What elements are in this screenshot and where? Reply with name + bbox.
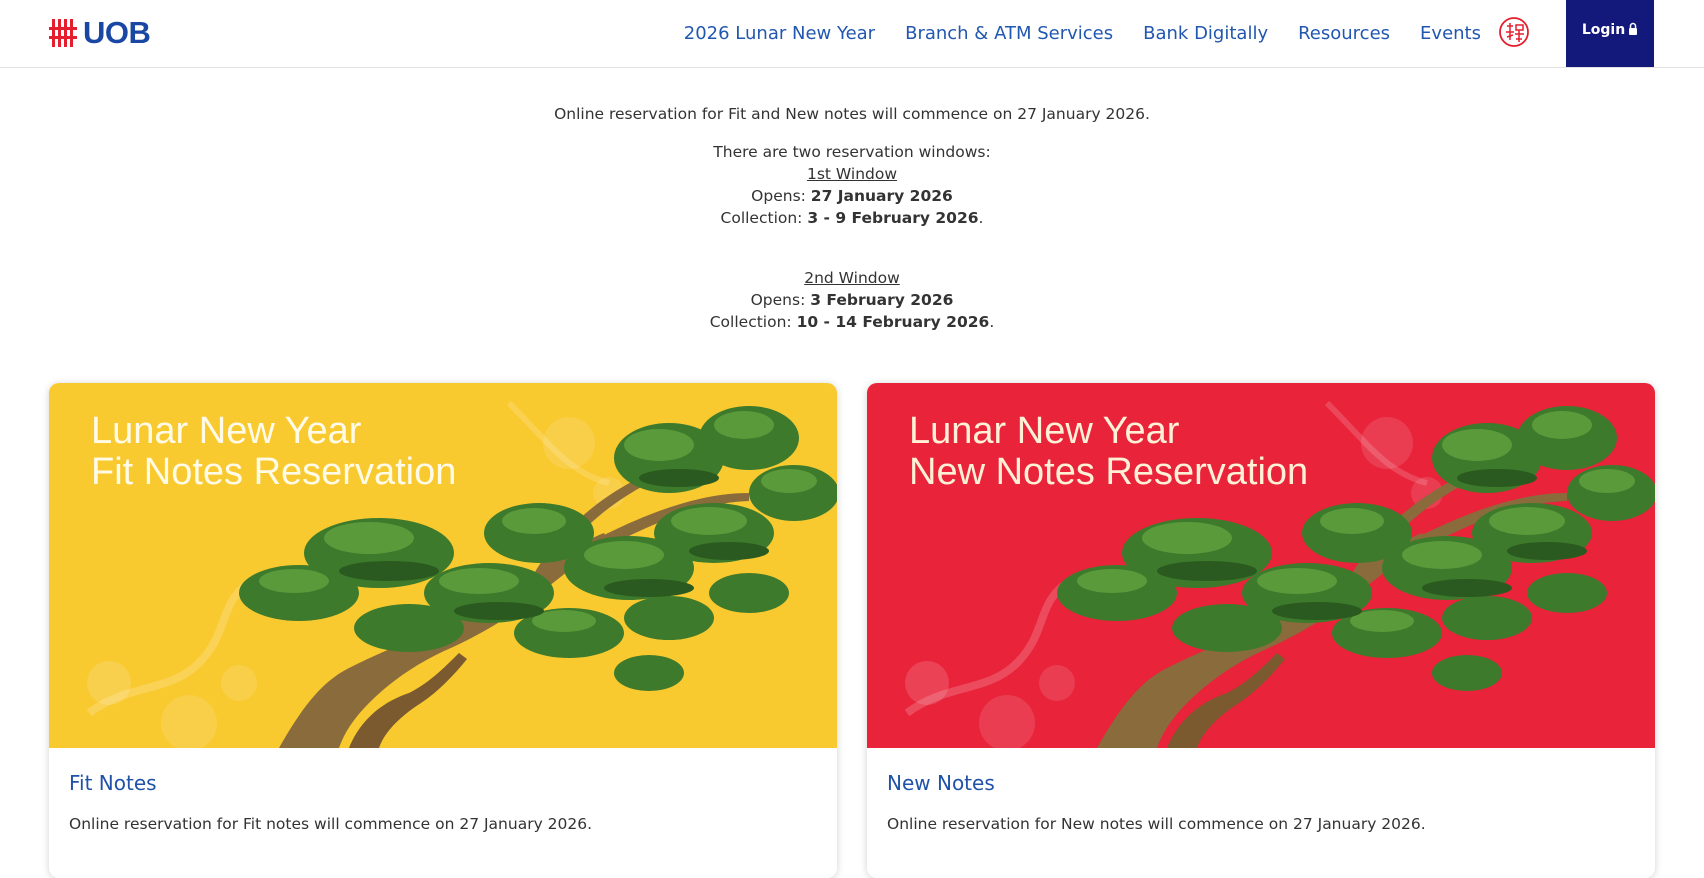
window1-opens: Opens: 27 January 2026 — [751, 187, 953, 205]
nav-item-bank-digitally[interactable]: Bank Digitally — [1143, 0, 1268, 67]
windows-heading: There are two reservation windows: — [713, 143, 991, 161]
new-notes-card[interactable]: Lunar New Year New Notes Reservation New… — [867, 383, 1655, 878]
nav-item-branch-atm-services[interactable]: Branch & ATM Services — [905, 0, 1113, 67]
nav-item-events[interactable]: Events — [1420, 0, 1481, 67]
uob-logo-mark-icon — [49, 19, 77, 47]
fit-notes-banner[interactable]: Lunar New Year Fit Notes Reservation — [49, 383, 837, 748]
window2-opens: Opens: 3 February 2026 — [750, 291, 954, 309]
main-nav: 2026 Lunar New Year Branch & ATM Service… — [654, 0, 1481, 67]
uob-logo[interactable]: UOB — [49, 15, 151, 50]
logo-text: UOB — [83, 15, 151, 50]
login-button[interactable]: Login — [1566, 0, 1654, 67]
new-notes-title-link[interactable]: New Notes — [887, 771, 995, 795]
commence-text: Online reservation for Fit and New notes… — [554, 105, 1150, 123]
nav-item-lunar-new-year[interactable]: 2026 Lunar New Year — [684, 0, 875, 67]
reservation-info: Online reservation for Fit and New notes… — [0, 103, 1704, 333]
login-label: Login — [1581, 22, 1626, 38]
window2-title: 2nd Window — [804, 269, 900, 287]
lock-icon — [1629, 22, 1638, 35]
nav-item-resources[interactable]: Resources — [1298, 0, 1390, 67]
banner-line2: Fit Notes Reservation — [91, 451, 456, 493]
window2-collection: Collection: 10 - 14 February 2026. — [709, 313, 995, 331]
new-notes-description: Online reservation for New notes will co… — [887, 815, 1426, 833]
banner-line1: Lunar New Year — [91, 410, 362, 452]
new-notes-banner[interactable]: Lunar New Year New Notes Reservation — [867, 383, 1655, 748]
banner-line2: New Notes Reservation — [909, 451, 1308, 493]
chinese-character-icon[interactable] — [1498, 16, 1530, 48]
fit-notes-title-link[interactable]: Fit Notes — [69, 771, 157, 795]
banner-line1: Lunar New Year — [909, 410, 1180, 452]
window1-title: 1st Window — [806, 165, 898, 183]
fit-notes-description: Online reservation for Fit notes will co… — [69, 815, 593, 833]
site-header: UOB 2026 Lunar New Year Branch & ATM Ser… — [0, 0, 1704, 68]
fit-notes-card[interactable]: Lunar New Year Fit Notes Reservation Fit… — [49, 383, 837, 878]
window1-collection: Collection: 3 - 9 February 2026. — [720, 209, 984, 227]
